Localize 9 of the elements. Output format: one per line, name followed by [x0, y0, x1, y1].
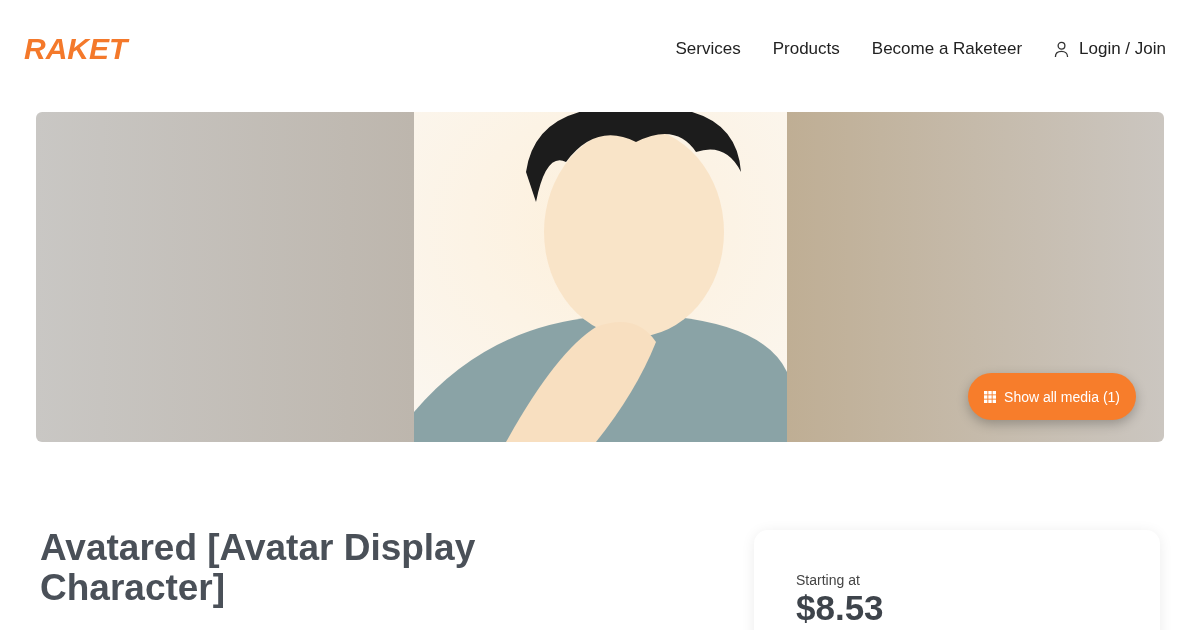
nav-link[interactable]: Services	[675, 39, 741, 59]
service-title: Avatared [Avatar Display Character]	[40, 528, 477, 610]
price: $8.53	[796, 588, 885, 628]
grid-icon	[984, 390, 997, 403]
price-label: Starting at	[796, 572, 861, 588]
login-link[interactable]: Login / Join	[1054, 39, 1166, 59]
nav-link[interactable]: Products	[772, 39, 840, 59]
nav-link[interactable]: Become a Raketeer	[871, 39, 1023, 59]
user-icon	[1054, 40, 1070, 58]
